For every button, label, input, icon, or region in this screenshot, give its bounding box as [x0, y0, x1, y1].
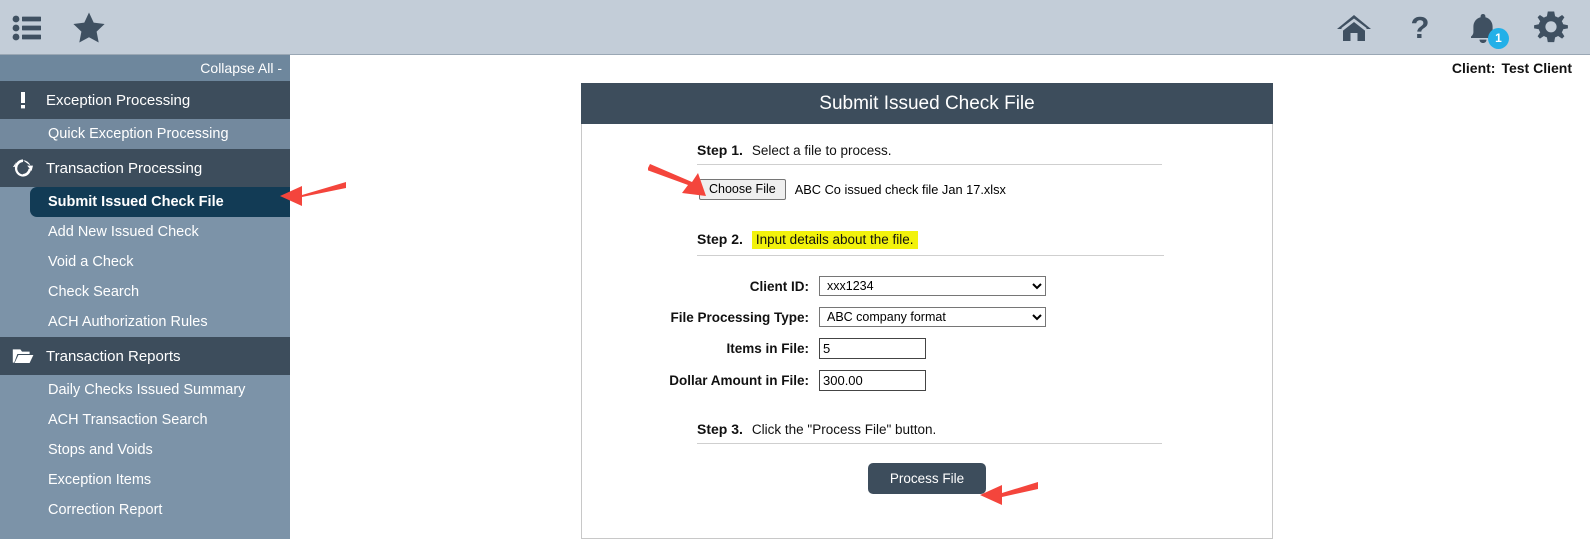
sidebar-item-void-a-check[interactable]: Void a Check	[0, 247, 290, 277]
exclamation-icon	[0, 91, 46, 109]
step3-row: Step 3. Click the "Process File" button.	[697, 421, 1162, 437]
file-processing-type-select-label: File Processing Type:	[670, 309, 809, 325]
file-processing-type-select[interactable]: ABC company format	[819, 307, 1046, 327]
sidebar-item-check-search[interactable]: Check Search	[0, 277, 290, 307]
sidebar-item-label: Check Search	[48, 284, 140, 300]
file-details-form: Client ID: xxx1234 File Processing Type: AB…	[582, 276, 1272, 391]
sidebar-group-transaction-reports[interactable]: Transaction Reports	[0, 337, 290, 375]
process-file-row: Process File	[582, 463, 1272, 494]
client-label-key: Client:	[1451, 60, 1496, 76]
sidebar: Collapse All - Exception Processing Quick…	[0, 55, 290, 539]
sidebar-item-add-new-issued-check[interactable]: Add New Issued Check	[0, 217, 290, 247]
sidebar-item-label: Add New Issued Check	[48, 224, 199, 240]
sidebar-item-label: Void a Check	[48, 254, 134, 270]
menu-list-icon[interactable]	[12, 14, 42, 42]
submit-issued-check-file-panel: Submit Issued Check File Step 1. Select …	[581, 83, 1273, 539]
top-bar-right-icons: ? 1	[1336, 0, 1568, 55]
settings-gear-icon[interactable]	[1534, 11, 1568, 45]
sidebar-group-label: Exception Processing	[46, 91, 191, 109]
items-in-file-input-label: Items in File:	[726, 341, 809, 356]
sidebar-item-label: Submit Issued Check File	[30, 187, 290, 217]
dollar-amount-in-file-input[interactable]	[819, 370, 926, 391]
client-id-select[interactable]: xxx1234	[819, 276, 1046, 296]
sidebar-item-quick-exception-processing[interactable]: Quick Exception Processing	[0, 119, 290, 149]
dollar-amount-in-file-input-label: Dollar Amount in File:	[669, 373, 809, 388]
client-id-select-label: Client ID:	[749, 278, 809, 294]
sidebar-item-label: ACH Transaction Search	[48, 412, 208, 428]
step1-text: Select a file to process.	[751, 143, 892, 158]
choose-file-button[interactable]: Choose File	[699, 179, 786, 200]
collapse-all-toggle[interactable]: Collapse All -	[0, 55, 290, 81]
sidebar-group-label: Transaction Processing	[46, 159, 203, 177]
sidebar-nav: Exception Processing Quick Exception Proc…	[0, 81, 290, 525]
sidebar-item-daily-checks-issued-summary[interactable]: Daily Checks Issued Summary	[0, 375, 290, 405]
app-root: ? 1 Client: Test Client Collapse All - E…	[0, 0, 1590, 539]
sidebar-item-label: Stops and Voids	[48, 442, 153, 458]
sidebar-item-ach-transaction-search[interactable]: ACH Transaction Search	[0, 405, 290, 435]
step3-divider	[697, 443, 1162, 444]
sidebar-item-submit-issued-check-file[interactable]: Submit Issued Check File	[0, 187, 290, 217]
sidebar-item-ach-authorization-rules[interactable]: ACH Authorization Rules	[0, 307, 290, 337]
step1-divider	[697, 164, 1162, 165]
sidebar-group-exception-processing[interactable]: Exception Processing	[0, 81, 290, 119]
sidebar-item-label: ACH Authorization Rules	[48, 314, 208, 330]
step2-number: Step 2.	[697, 231, 743, 247]
step2-divider	[697, 255, 1164, 256]
form-row: Client ID: xxx1234	[582, 276, 1272, 296]
client-bar: Client: Test Client	[1452, 60, 1572, 76]
items-in-file-input[interactable]	[819, 338, 926, 359]
step2-text: Input details about the file.	[751, 231, 918, 249]
svg-text:?: ?	[1411, 12, 1430, 44]
notification-badge: 1	[1488, 27, 1509, 49]
sidebar-item-stops-and-voids[interactable]: Stops and Voids	[0, 435, 290, 465]
step1-row: Step 1. Select a file to process.	[697, 142, 1162, 158]
top-bar: ? 1	[0, 0, 1590, 55]
refresh-cycle-icon	[0, 158, 46, 178]
process-file-button[interactable]: Process File	[867, 463, 987, 494]
sidebar-group-label: Transaction Reports	[46, 347, 181, 365]
sidebar-group-transaction-processing[interactable]: Transaction Processing	[0, 149, 290, 187]
sidebar-item-label: Exception Items	[48, 472, 152, 488]
sidebar-item-exception-items[interactable]: Exception Items	[0, 465, 290, 495]
panel-body: Step 1. Select a file to process. Choose…	[582, 124, 1272, 538]
file-chooser-row: Choose File ABC Co issued check file Jan…	[699, 179, 1272, 200]
top-bar-left-icons	[12, 0, 106, 55]
help-icon[interactable]: ?	[1408, 12, 1432, 44]
sidebar-item-label: Daily Checks Issued Summary	[48, 382, 246, 398]
sidebar-item-correction-report[interactable]: Correction Report	[0, 495, 290, 525]
sidebar-item-label: Correction Report	[48, 502, 163, 518]
selected-file-name: ABC Co issued check file Jan 17.xlsx	[794, 182, 1006, 197]
step1-number: Step 1.	[697, 142, 743, 158]
folder-open-icon	[0, 347, 46, 365]
step2-row: Step 2. Input details about the file.	[697, 231, 1162, 249]
collapse-all-label: Collapse All -	[200, 60, 282, 76]
home-icon[interactable]	[1336, 12, 1372, 44]
notifications-bell-icon[interactable]: 1	[1468, 12, 1509, 49]
form-row: Dollar Amount in File:	[582, 370, 1272, 391]
sidebar-item-label: Quick Exception Processing	[48, 126, 229, 142]
form-row: Items in File:	[582, 338, 1272, 359]
favorites-star-icon[interactable]	[72, 11, 106, 44]
client-label-value: Test Client	[1501, 60, 1572, 76]
step3-text: Click the "Process File" button.	[751, 422, 937, 437]
step3-number: Step 3.	[697, 421, 743, 437]
panel-title: Submit Issued Check File	[581, 83, 1273, 124]
form-row: File Processing Type: ABC company format	[582, 307, 1272, 327]
